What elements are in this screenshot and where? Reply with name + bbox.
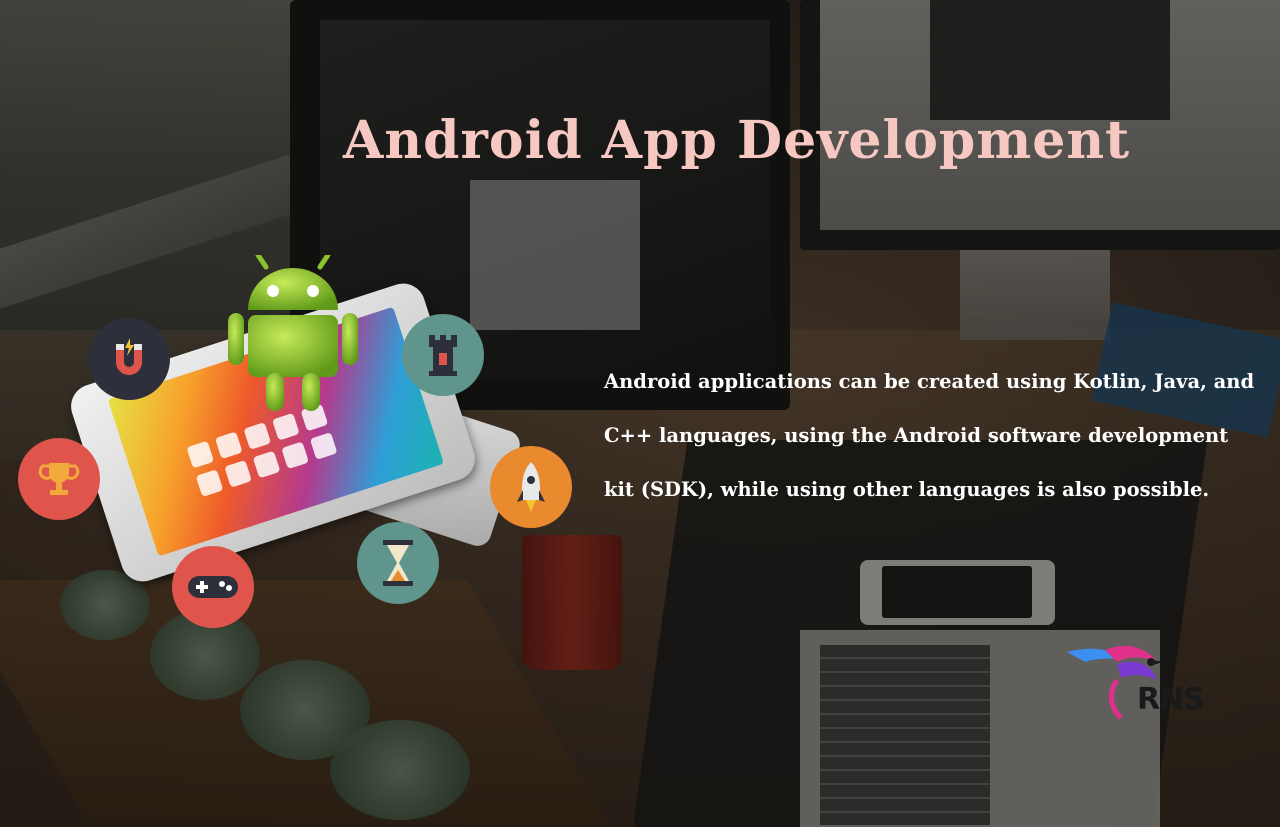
banner: Android App Development Android applicat… [0,0,1280,827]
magnet-icon [88,318,170,400]
rns-logo: RNS [1065,640,1205,725]
page-title: Android App Development [343,110,1131,171]
logo-text: RNS [1137,682,1205,717]
gamepad-icon [172,546,254,628]
description-text: Android applications can be created usin… [604,370,1255,501]
rocket-icon [490,446,572,528]
castle-tower-icon [402,314,484,396]
hourglass-icon [357,522,439,604]
trophy-icon [18,438,100,520]
android-robot-icon [228,255,358,411]
